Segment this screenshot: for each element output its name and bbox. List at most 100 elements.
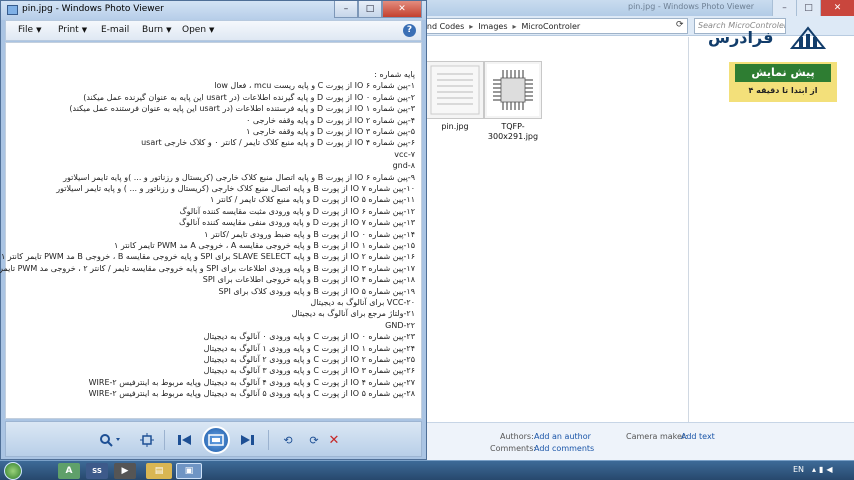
image-text-line: ۲۶-پین شماره ۳ IO از پورت C و پایه ورودی… [203, 366, 415, 376]
viewer-toolbar: ⟲ ⟳ ✕ [5, 421, 422, 457]
image-text-line: ۲۷-پین شماره ۴ IO از پورت C و پایه ورودی… [88, 377, 415, 387]
explorer-title: pin.jpg - Windows Photo Viewer [628, 2, 755, 11]
taskbar-app-label: A [65, 466, 73, 476]
comments-field[interactable]: Add comments [534, 444, 594, 453]
taskbar: A SS ▶ ▤ ▣ EN ▴▮◀ [0, 460, 854, 480]
breadcrumb-item[interactable]: Images [475, 22, 510, 31]
image-text-line: vcc-۷ [394, 149, 415, 159]
image-text-line: پایه شماره : [374, 70, 415, 79]
menu-burn[interactable]: Burn ▼ [142, 25, 172, 35]
chevron-down-icon: ▼ [81, 26, 88, 34]
chevron-down-icon: ▼ [209, 26, 215, 34]
logo-mark-icon [790, 26, 826, 49]
close-button[interactable]: ✕ [382, 1, 422, 18]
displayed-image: پایه شماره : ۱-پین شماره ۶ IO از پورت C و… [0, 66, 419, 416]
explorer-titlebar[interactable]: pin.jpg - Windows Photo Viewer – □ ✕ [418, 0, 854, 16]
image-text-line: ۱۲-پین شماره ۶ IO از پورت D و پایه ورودی… [179, 206, 415, 216]
comments-label: Comments: [490, 444, 537, 453]
image-text-line: ۱۶-پین شماره ۲ IO از پورت B و پایه SLAVE… [0, 252, 415, 262]
image-text-line: ۱۴-پین شماره ۰ IO از پورت B و پایه ضبط و… [204, 229, 415, 239]
next-icon[interactable] [236, 431, 258, 449]
slideshow-icon[interactable] [202, 426, 230, 454]
logo-text: فرادرس [708, 28, 774, 47]
language-indicator[interactable]: EN [793, 465, 804, 474]
photo-viewer-app-icon [7, 5, 18, 15]
image-text-line: ۱-پین شماره ۶ IO از پورت C و پایه ریست m… [214, 81, 415, 91]
menu-bar: File ▼ Print ▼ E-mail Burn ▼ Open ▼ ? [5, 20, 422, 41]
folder-icon[interactable]: ▤ [146, 463, 172, 479]
taskbar-app-ss[interactable]: SS [86, 463, 108, 479]
media-player-icon[interactable]: ▶ [114, 463, 136, 479]
help-icon[interactable]: ? [403, 24, 416, 37]
breadcrumb[interactable]: and Codes ▸ Images ▸ MicroControler [418, 18, 688, 34]
file-name: TQFP-300x291.jpg [487, 122, 539, 141]
refresh-icon[interactable]: ⟳ [676, 20, 684, 30]
actual-size-icon[interactable] [138, 431, 156, 449]
image-text-line: ۲-پین شماره ۰ IO از پورت D و پایه گیرنده… [83, 92, 415, 102]
menu-open[interactable]: Open ▼ [182, 25, 214, 35]
image-text-line: ۱۰-پین شماره ۷ IO از پورت B و پایه اتصال… [56, 184, 415, 193]
breadcrumb-separator-icon: ▸ [469, 21, 474, 31]
ad-subtitle: از ابتدا تا دقیقه ۴ [748, 86, 818, 95]
image-text-line: GND-۲۲ [385, 320, 415, 330]
menu-file-label: File [18, 25, 34, 35]
chevron-down-icon: ▼ [166, 26, 172, 34]
image-text-line: ۱۸-پین شماره ۴ IO از پورت B و پایه خروجی… [202, 275, 415, 285]
window-title: pin.jpg - Windows Photo Viewer [22, 4, 164, 14]
menu-open-label: Open [182, 25, 207, 35]
rotate-right-icon[interactable]: ⟳ [304, 431, 324, 449]
taskbar-app-a[interactable]: A [58, 463, 80, 479]
image-thumbnail [426, 61, 484, 119]
breadcrumb-separator-icon: ▸ [512, 21, 517, 31]
delete-icon[interactable]: ✕ [324, 431, 344, 449]
camera-maker-label: Camera maker: [626, 432, 688, 441]
image-text-line: ۲۸-پین شماره ۵ IO از پورت C و پایه ورودی… [88, 389, 415, 399]
start-button[interactable] [4, 462, 22, 480]
viewer-titlebar[interactable]: pin.jpg - Windows Photo Viewer – □ ✕ [1, 1, 426, 20]
camera-maker-field[interactable]: Add text [681, 432, 715, 441]
explorer-minimize-button[interactable]: – [772, 0, 796, 16]
image-text-line: ۳-پین شماره ۱ IO از پورت D و پایه فرستند… [69, 104, 415, 114]
image-text-line: ۱۷-پین شماره ۳ IO از پورت B و پایه ورودی… [0, 263, 415, 273]
menu-email[interactable]: E-mail [101, 25, 129, 35]
explorer-window: pin.jpg - Windows Photo Viewer – □ ✕ and… [418, 0, 854, 462]
image-text-line: ۵-پین شماره ۳ IO از پورت D و پایه وقفه خ… [246, 127, 415, 136]
image-text-line: ۴-پین شماره ۲ IO از پورت D و پایه وقفه خ… [246, 115, 415, 125]
image-text-line: ۱۹-پین شماره ۵ IO از پورت B و پایه ورودی… [218, 286, 415, 296]
ad-title: پیش نمایش [735, 64, 831, 82]
image-text-line: ۹-پین شماره ۶ IO از پورت B و پایه اتصال … [63, 172, 415, 182]
system-tray-icons[interactable]: ▴▮◀ [812, 465, 836, 474]
minimize-button[interactable]: – [334, 1, 358, 18]
image-text-line: VCC-۲۰ برای آنالوگ به دیجیتال [310, 298, 415, 307]
file-list: pin.jpg TQFP-300x291.jpg [418, 37, 688, 422]
breadcrumb-item[interactable]: MicroControler [519, 22, 584, 31]
preview-ad-banner[interactable]: پیش نمایش از ابتدا تا دقیقه ۴ [729, 62, 837, 102]
authors-label: Authors: [500, 432, 534, 441]
details-pane: Authors: Add an author Comments: Add com… [418, 422, 854, 462]
image-canvas[interactable]: پایه شماره : ۱-پین شماره ۶ IO از پورت C و… [0, 42, 422, 419]
photo-viewer-taskbar-icon[interactable]: ▣ [176, 463, 202, 479]
menu-print[interactable]: Print ▼ [58, 25, 87, 35]
image-text-line: ۱۱-پین شماره ۵ IO از پورت D و پایه منبع … [210, 195, 415, 205]
toolbar-divider [268, 430, 269, 450]
file-item-tqfp[interactable]: TQFP-300x291.jpg [478, 61, 548, 142]
menu-print-label: Print [58, 25, 79, 35]
menu-email-label: E-mail [101, 25, 130, 35]
explorer-close-button[interactable]: ✕ [820, 0, 854, 16]
photo-viewer-window: pin.jpg - Windows Photo Viewer – □ ✕ Fil… [0, 0, 427, 460]
image-text-line: ۲۴-پین شماره ۱ IO از پورت C و پایه ورودی… [203, 343, 415, 353]
explorer-maximize-button[interactable]: □ [796, 0, 820, 16]
image-thumbnail [484, 61, 542, 119]
authors-field[interactable]: Add an author [534, 432, 591, 441]
chevron-down-icon: ▼ [36, 26, 42, 34]
image-text-line: ۲۵-پین شماره ۲ IO از پورت C و پایه ورودی… [203, 355, 415, 364]
toolbar-divider [164, 430, 165, 450]
image-text-line: ۲۳-پین شماره ۰ IO از پورت C و پایه ورودی… [203, 332, 415, 342]
previous-icon[interactable] [174, 431, 196, 449]
rotate-left-icon[interactable]: ⟲ [278, 431, 298, 449]
menu-file[interactable]: File ▼ [18, 25, 41, 35]
taskbar-app-label: SS [92, 467, 102, 475]
maximize-button[interactable]: □ [358, 1, 382, 18]
zoom-icon[interactable] [96, 431, 126, 449]
faradars-logo: فرادرس [708, 22, 828, 52]
